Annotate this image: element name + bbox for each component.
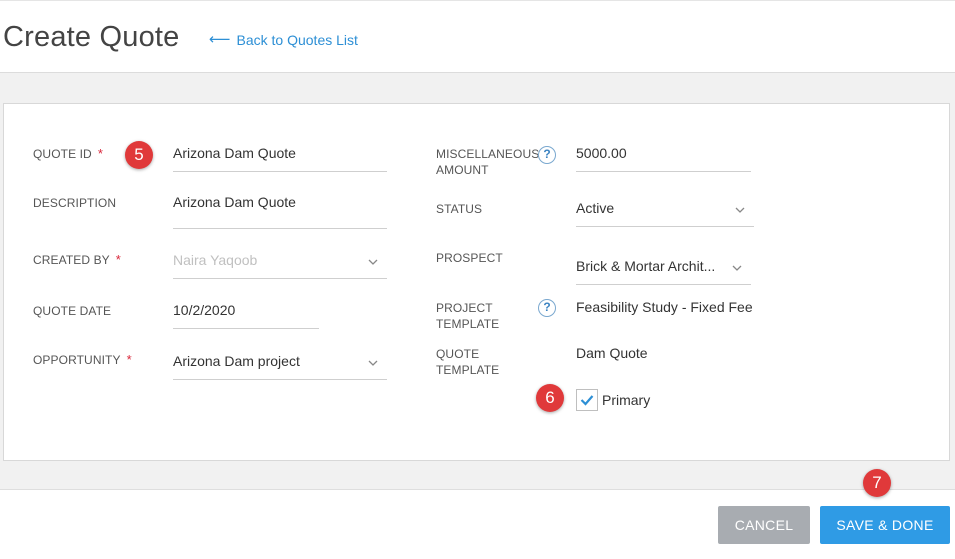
quote-date-value: 10/2/2020 [173, 302, 236, 318]
save-and-done-button[interactable]: SAVE & DONE [820, 506, 950, 544]
opportunity-label: OPPORTUNITY * [33, 352, 132, 367]
page-header: Create Quote ⟵ Back to Quotes List [0, 2, 955, 73]
quote-template-value: Dam Quote [576, 345, 648, 361]
description-value: Arizona Dam Quote [173, 194, 296, 210]
description-input[interactable]: Arizona Dam Quote [173, 194, 387, 229]
project-template-value: Feasibility Study - Fixed Fee [576, 299, 753, 315]
step-badge-6: 6 [536, 384, 564, 412]
chevron-down-icon [368, 360, 378, 366]
created-by-value: Naira Yaqoob [173, 252, 258, 268]
help-icon[interactable]: ? [538, 146, 556, 164]
misc-amount-input[interactable]: 5000.00 [576, 145, 751, 172]
prospect-value: Brick & Mortar Archit... [576, 258, 716, 274]
chevron-down-icon [732, 265, 742, 271]
primary-checkbox-label[interactable]: Primary [602, 392, 650, 408]
quote-date-input[interactable]: 10/2/2020 [173, 302, 319, 329]
status-select[interactable]: Active [576, 200, 754, 227]
misc-amount-value: 5000.00 [576, 145, 627, 161]
quote-date-label: QUOTE DATE [33, 304, 112, 318]
description-label: DESCRIPTION [33, 196, 117, 210]
opportunity-select[interactable]: Arizona Dam project [173, 353, 387, 380]
back-link-label: Back to Quotes List [236, 32, 358, 48]
status-value: Active [576, 200, 615, 216]
help-icon[interactable]: ? [538, 299, 556, 317]
misc-amount-label: MISCELLANEOUS AMOUNT [436, 147, 540, 177]
arrow-left-icon: ⟵ [209, 31, 231, 48]
project-template-field: Feasibility Study - Fixed Fee [576, 299, 776, 319]
created-by-select[interactable]: Naira Yaqoob [173, 252, 387, 279]
checkmark-icon [580, 395, 594, 406]
primary-checkbox[interactable] [576, 389, 598, 411]
required-marker: * [115, 252, 121, 267]
cancel-button[interactable]: CANCEL [718, 506, 810, 544]
quote-id-input[interactable]: Arizona Dam Quote [173, 145, 387, 172]
quote-id-value: Arizona Dam Quote [173, 145, 296, 161]
quote-id-label: QUOTE ID * [33, 146, 103, 161]
chevron-down-icon [735, 207, 745, 213]
back-to-quotes-link[interactable]: ⟵ Back to Quotes List [209, 32, 358, 48]
created-by-label: CREATED BY * [33, 252, 121, 267]
prospect-select[interactable]: Brick & Mortar Archit... [576, 258, 751, 285]
prospect-label: PROSPECT [436, 251, 503, 265]
required-marker: * [97, 146, 103, 161]
quote-template-field: Dam Quote [576, 345, 726, 365]
step-badge-5: 5 [125, 141, 153, 169]
quote-template-label: QUOTE TEMPLATE [436, 347, 500, 377]
project-template-label: PROJECT TEMPLATE [436, 301, 500, 331]
required-marker: * [126, 352, 132, 367]
opportunity-value: Arizona Dam project [173, 353, 300, 369]
status-label: STATUS [436, 202, 483, 216]
page-title: Create Quote [3, 21, 180, 53]
chevron-down-icon [368, 259, 378, 265]
step-badge-7: 7 [863, 469, 891, 497]
